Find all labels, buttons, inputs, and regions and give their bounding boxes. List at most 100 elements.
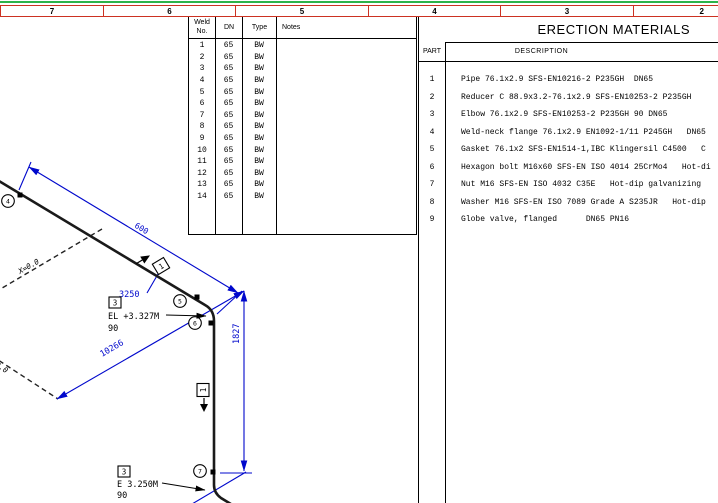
weld-no: 5 <box>189 88 215 97</box>
material-description: Globe valve, flanged DN65 PN16 <box>445 215 629 224</box>
elevation-text: E 3.250M <box>117 480 158 490</box>
elevation-text: EL +3.327M <box>108 312 159 322</box>
weld-type: BW <box>242 53 276 62</box>
weld-type: BW <box>242 41 276 50</box>
weld-no-header-2: No. <box>189 28 215 35</box>
material-part-number: 7 <box>419 180 445 189</box>
ruler-cell-label: 6 <box>167 7 171 16</box>
material-row: 3 Elbow 76.1x2.9 SFS-EN10253-2 P235GH 90… <box>419 106 718 124</box>
ruler-cell-label: 2 <box>700 7 704 16</box>
weld-no: 9 <box>189 134 215 143</box>
ruler-cell-label: 4 <box>432 7 436 16</box>
type-header: Type <box>243 24 276 31</box>
elevation-part-tag: 3 <box>113 299 118 308</box>
material-row: 9 Globe valve, flanged DN65 PN16 <box>419 211 718 229</box>
weld-no: 1 <box>189 41 215 50</box>
material-description: Pipe 76.1x2.9 SFS-EN10216-2 P235GH DN65 <box>445 75 653 84</box>
weld-dn: 65 <box>215 64 242 73</box>
weld-type: BW <box>242 146 276 155</box>
elevation-angle: 90 <box>117 491 127 501</box>
weld-no: 4 <box>189 76 215 85</box>
erection-materials-title: ERECTION MATERIALS <box>419 16 718 42</box>
material-part-number: 3 <box>419 110 445 119</box>
material-part-number: 1 <box>419 75 445 84</box>
weld-table-header: Weld No. DN Type Notes <box>189 17 416 39</box>
material-part-number: 6 <box>419 163 445 172</box>
weld-dn: 65 <box>215 111 242 120</box>
weld-row: 10 65 BW <box>189 144 416 156</box>
dim-1827: 1827 <box>232 324 242 344</box>
weld-rows: 1 65 BW 2 65 BW 3 65 BW 4 65 BW 5 <box>189 40 416 202</box>
weld-circles: 4 5 6 7 <box>2 195 207 478</box>
weld-dn: 65 <box>215 157 242 166</box>
ruler-cell: 6 <box>104 6 236 16</box>
weld-dn: 65 <box>215 122 242 131</box>
weld-dn: 65 <box>215 192 242 201</box>
weld-type: BW <box>242 99 276 108</box>
weld-no: 14 <box>189 192 215 201</box>
weld-dn: 65 <box>215 180 242 189</box>
axis-y-label: Y=0.0 <box>0 355 10 375</box>
material-part-number: 4 <box>419 128 445 137</box>
sheet-border-green <box>0 1 718 3</box>
weld-row: 1 65 BW <box>189 40 416 52</box>
weld-row: 9 65 BW <box>189 133 416 145</box>
material-part-number: 2 <box>419 93 445 102</box>
ruler-cell-label: 3 <box>565 7 569 16</box>
weld-row: 11 65 BW <box>189 156 416 168</box>
weld-dn: 65 <box>215 134 242 143</box>
material-description: Elbow 76.1x2.9 SFS-EN10253-2 P235GH 90 D… <box>445 110 667 119</box>
weld-type: BW <box>242 122 276 131</box>
material-description: Reducer C 88.9x3.2-76.1x2.9 SFS-EN10253-… <box>445 93 691 102</box>
weld-row: 2 65 BW <box>189 52 416 64</box>
weld-type: BW <box>242 64 276 73</box>
weld-tag-4: 7 <box>198 468 202 476</box>
material-row: 8 Washer M16 SFS-EN ISO 7089 Grade A S23… <box>419 194 718 212</box>
weld-type: BW <box>242 134 276 143</box>
material-row: 4 Weld-neck flange 76.1x2.9 EN1092-1/11 … <box>419 124 718 142</box>
weld-type: BW <box>242 180 276 189</box>
elevation-callout-bottom: 3 E 3.250M 90 <box>117 466 205 501</box>
weld-dn: 65 <box>215 53 242 62</box>
weld-no-header: Weld <box>189 19 215 26</box>
ruler-cell: 7 <box>0 6 104 16</box>
weld-row: 14 65 BW <box>189 191 416 203</box>
material-part-number: 9 <box>419 215 445 224</box>
sheet-ruler: 765432 <box>0 5 718 17</box>
weld-no: 12 <box>189 169 215 178</box>
erection-materials-table: ERECTION MATERIALS PART DESCRIPTION 1 Pi… <box>418 16 718 503</box>
weld-row: 13 65 BW <box>189 179 416 191</box>
weld-type: BW <box>242 76 276 85</box>
weld-row: 8 65 BW <box>189 121 416 133</box>
weld-type: BW <box>242 88 276 97</box>
weld-no: 7 <box>189 111 215 120</box>
weld-no: 2 <box>189 53 215 62</box>
weld-row: 3 65 BW <box>189 63 416 75</box>
materials-items: 1 Pipe 76.1x2.9 SFS-EN10216-2 P235GH DN6… <box>419 71 718 229</box>
weld-table: Weld No. DN Type Notes 1 65 BW 2 65 BW 3… <box>188 16 417 235</box>
drawing-sheet: X=0.0 Y=0.0 600 3250 10266 1827 <box>0 0 718 503</box>
weld-row: 4 65 BW <box>189 75 416 87</box>
weld-type: BW <box>242 192 276 201</box>
weld-dn: 65 <box>215 146 242 155</box>
dim-3250: 3250 <box>119 290 139 300</box>
elevation-angle: 90 <box>108 324 118 334</box>
material-row: 2 Reducer C 88.9x3.2-76.1x2.9 SFS-EN1025… <box>419 89 718 107</box>
weld-tag-1: 4 <box>6 198 10 206</box>
weld-row: 6 65 BW <box>189 98 416 110</box>
weld-dn: 65 <box>215 99 242 108</box>
ruler-cell-label: 7 <box>50 7 54 16</box>
weld-dn: 65 <box>215 41 242 50</box>
weld-row: 7 65 BW <box>189 110 416 122</box>
weld-row: 5 65 BW <box>189 86 416 98</box>
weld-dn: 65 <box>215 76 242 85</box>
dn-header: DN <box>216 24 242 31</box>
ruler-cell: 3 <box>501 6 634 16</box>
elevation-part-tag: 3 <box>122 468 127 477</box>
description-header: DESCRIPTION <box>445 42 638 61</box>
dim-600: 600 <box>133 221 150 236</box>
weld-no: 10 <box>189 146 215 155</box>
weld-tag-3: 6 <box>193 320 197 328</box>
weld-row: 12 65 BW <box>189 168 416 180</box>
weld-type: BW <box>242 111 276 120</box>
